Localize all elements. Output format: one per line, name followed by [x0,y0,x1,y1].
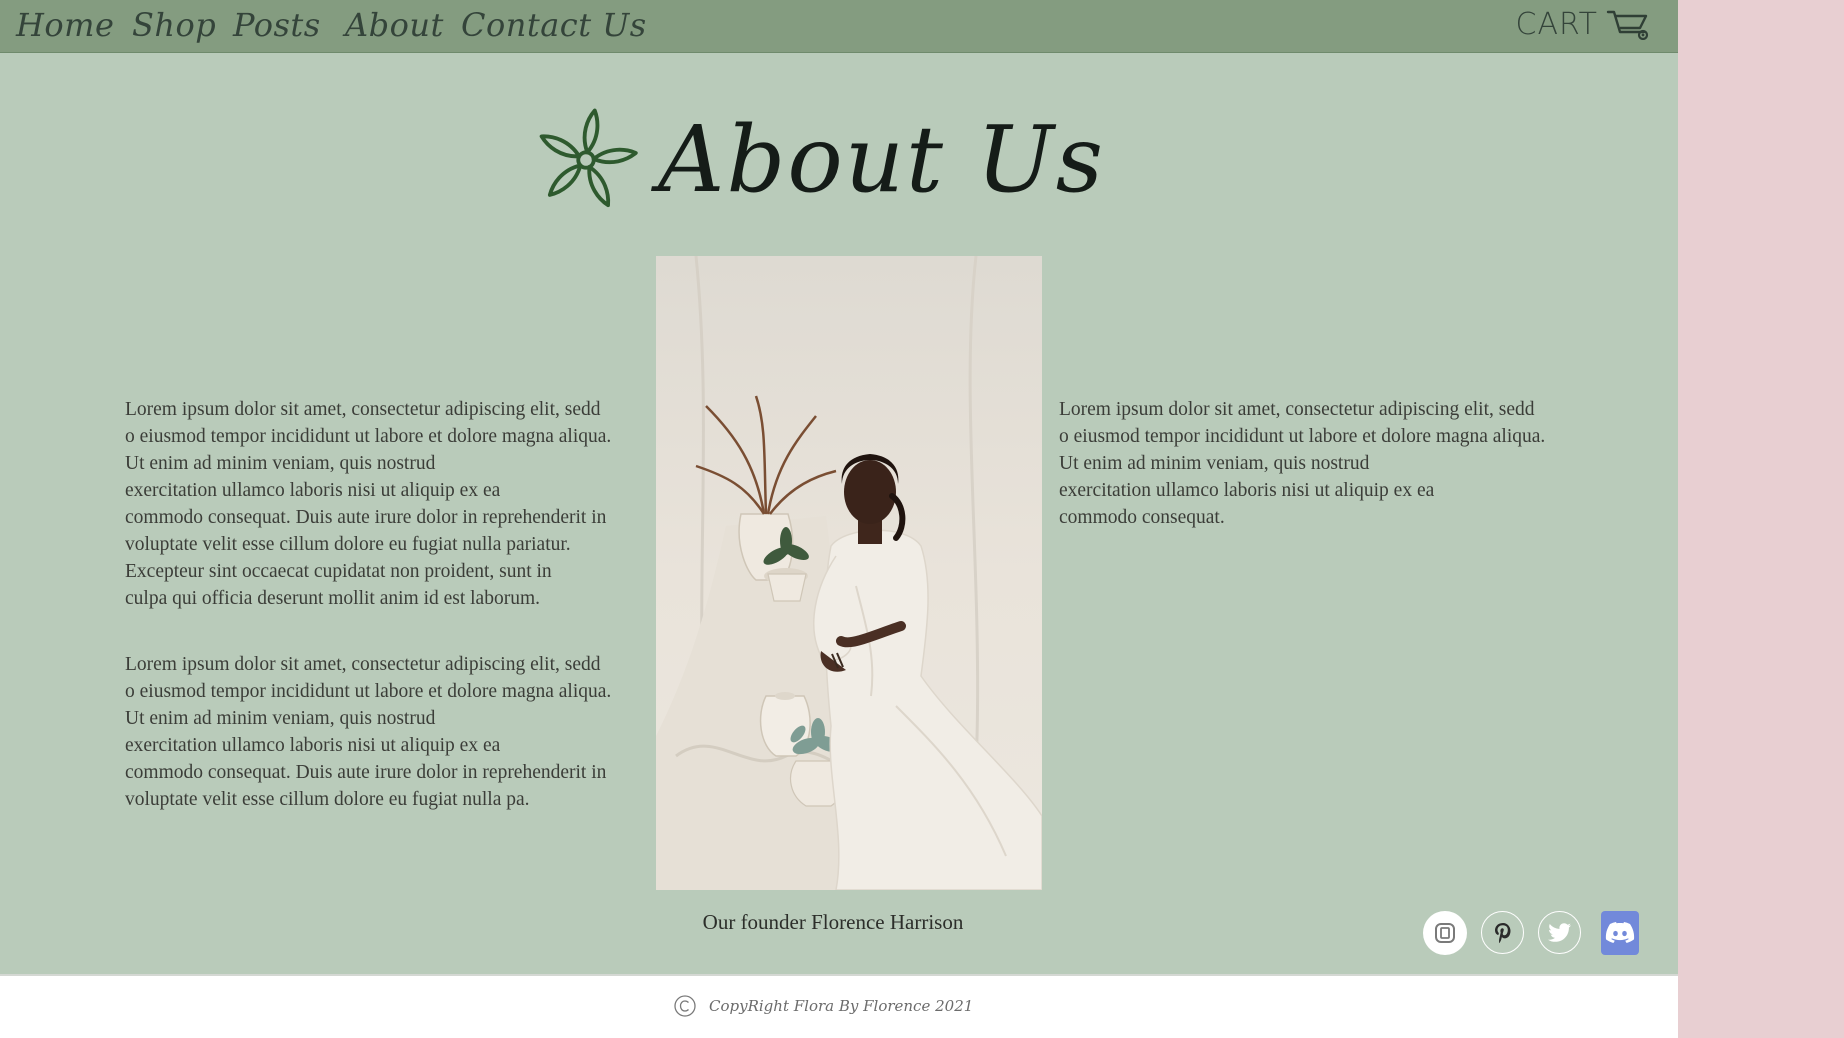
nav-link-posts[interactable]: Posts [233,6,321,44]
about-paragraph-right-1: Lorem ipsum dolor sit amet, consectetur … [1059,399,1546,528]
founder-caption: Our founder Florence Harrison [702,910,964,934]
nav-link-about[interactable]: About [345,6,444,44]
twitter-icon [1547,922,1571,942]
cart-label: CART [1515,6,1598,42]
page-heading: About Us [528,100,1105,220]
shopping-cart-icon [1606,10,1649,40]
copyright-icon [674,995,696,1017]
copyright-notice: CopyRight Flora By Florence 2021 [673,994,973,1018]
pinterest-icon [1494,922,1510,943]
flower-icon [539,108,638,208]
founder-photo-illustration [656,256,1042,890]
instagram-icon [1435,923,1455,943]
side-panel [1678,0,1844,1036]
discord-link[interactable] [1601,911,1639,955]
nav-link-contact-us[interactable]: Contact Us [461,6,647,44]
navbar: Home Shop Posts About Contact Us CART [0,0,1678,53]
cart-button[interactable]: CART [1516,4,1652,44]
discord-icon [1605,922,1635,943]
twitter-link[interactable] [1538,911,1581,954]
nav-link-shop[interactable]: Shop [132,6,216,44]
footer-copyright-text: CopyRight Flora By Florence 2021 [709,997,974,1015]
instagram-link[interactable] [1423,911,1467,955]
page-title: About Us [658,106,1105,213]
about-paragraph-left-2: Lorem ipsum dolor sit amet, consectetur … [125,654,612,810]
nav-link-home[interactable]: Home [16,6,114,44]
footer: CopyRight Flora By Florence 2021 [0,974,1678,1038]
site-page: Home Shop Posts About Contact Us CART Ab… [0,0,1678,1038]
founder-photo [656,256,1042,890]
about-paragraph-left-1: Lorem ipsum dolor sit amet, consectetur … [125,399,612,609]
pinterest-link[interactable] [1481,911,1524,954]
